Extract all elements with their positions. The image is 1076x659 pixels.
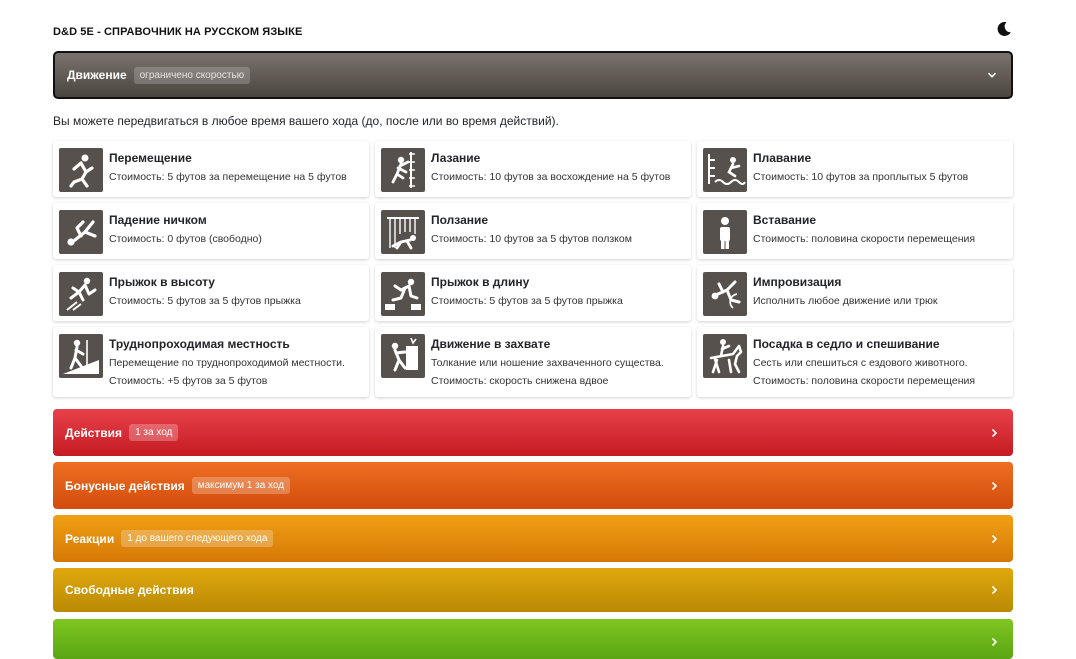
section-title: Свободные действия <box>65 583 194 597</box>
card-prone[interactable]: Падение ничком Стоимость: 0 футов (свобо… <box>53 203 369 259</box>
climbing-icon <box>381 148 425 192</box>
reactions-section-header[interactable]: Реакции 1 до вашего следующего хода <box>53 515 1013 562</box>
long-jump-icon <box>381 272 425 316</box>
high-jump-icon <box>59 272 103 316</box>
card-title: Перемещение <box>109 151 192 165</box>
card-cost: Стоимость: +5 футов за 5 футов <box>109 375 268 387</box>
card-description: Стоимость: 5 футов за перемещение на 5 ф… <box>109 171 347 183</box>
actions-section-header[interactable]: Действия 1 за ход <box>53 409 1013 456</box>
chevron-down-icon <box>987 72 997 78</box>
card-swim[interactable]: Плавание Стоимость: 10 футов за проплыты… <box>697 141 1013 197</box>
card-description: Сесть или спешиться с ездового животного… <box>753 357 968 369</box>
acrobatics-icon <box>703 272 747 316</box>
card-mount[interactable]: Посадка в седло и спешивание Сесть или с… <box>697 327 1013 397</box>
top-bar: D&D 5E - СПРАВОЧНИК НА РУССКОМ ЯЗЫКЕ <box>53 22 1013 38</box>
card-title: Плавание <box>753 151 812 165</box>
chevron-right-icon <box>991 481 998 490</box>
pushing-icon <box>381 334 425 378</box>
free-actions-section-header[interactable]: Свободные действия <box>53 568 1013 612</box>
card-crawl[interactable]: Ползание Стоимость: 10 футов за 5 футов … <box>375 203 691 259</box>
section-badge: ограничено скоростью <box>133 66 251 84</box>
section-badge: 1 до вашего следующего хода <box>121 530 274 547</box>
card-description: Стоимость: 10 футов за восхождение на 5 … <box>431 171 671 183</box>
hiker-terrain-icon <box>59 334 103 378</box>
card-difficult-terrain[interactable]: Труднопроходимая местность Перемещение п… <box>53 327 369 397</box>
card-title: Импровизация <box>753 275 842 289</box>
card-climb[interactable]: Лазание Стоимость: 10 футов за восхожден… <box>375 141 691 197</box>
card-description: Толкание или ношение захваченного сущест… <box>431 357 664 369</box>
card-description: Стоимость: 0 футов (свободно) <box>109 233 262 245</box>
next-section-header[interactable] <box>53 619 1013 659</box>
card-title: Вставание <box>753 213 817 227</box>
card-description: Стоимость: 5 футов за 5 футов прыжка <box>109 295 301 307</box>
card-description: Стоимость: 10 футов за проплытых 5 футов <box>753 171 969 183</box>
movement-intro: Вы можете передвигаться в любое время ва… <box>53 114 559 128</box>
crawling-icon <box>381 210 425 254</box>
running-person-icon <box>59 148 103 192</box>
diving-icon <box>703 148 747 192</box>
card-high-jump[interactable]: Прыжок в высоту Стоимость: 5 футов за 5 … <box>53 265 369 321</box>
card-title: Посадка в седло и спешивание <box>753 337 940 351</box>
moon-icon[interactable] <box>995 20 1013 38</box>
section-title: Движение <box>67 68 127 82</box>
card-title: Падение ничком <box>109 213 207 227</box>
section-badge: максимум 1 за ход <box>191 477 291 494</box>
card-title: Прыжок в высоту <box>109 275 215 289</box>
card-improvise[interactable]: Импровизация Исполнить любое движение ил… <box>697 265 1013 321</box>
section-title: Реакции <box>65 531 115 546</box>
card-long-jump[interactable]: Прыжок в длину Стоимость: 5 футов за 5 ф… <box>375 265 691 321</box>
chevron-right-icon <box>991 428 998 437</box>
card-description: Стоимость: половина скорости перемещения <box>753 233 976 245</box>
card-description: Стоимость: 10 футов за 5 футов ползком <box>431 233 632 245</box>
chevron-right-icon <box>991 637 998 647</box>
card-stand[interactable]: Вставание Стоимость: половина скорости п… <box>697 203 1013 259</box>
standing-person-icon <box>703 210 747 254</box>
card-title: Лазание <box>431 151 481 165</box>
chevron-right-icon <box>991 534 998 543</box>
card-cost: Стоимость: половина скорости перемещения <box>753 375 976 387</box>
card-description: Перемещение по труднопроходимой местност… <box>109 357 345 369</box>
chevron-right-icon <box>991 585 998 595</box>
card-description: Исполнить любое движение или трюк <box>753 295 938 307</box>
section-badge: 1 за ход <box>129 424 179 441</box>
site-title[interactable]: D&D 5E - СПРАВОЧНИК НА РУССКОМ ЯЗЫКЕ <box>53 26 302 38</box>
card-title: Труднопроходимая местность <box>109 337 290 351</box>
horse-rider-icon <box>703 334 747 378</box>
movement-section-header[interactable]: Движение ограничено скоростью <box>53 51 1013 99</box>
card-description: Стоимость: 5 футов за 5 футов прыжка <box>431 295 623 307</box>
card-title: Ползание <box>431 213 489 227</box>
card-title: Прыжок в длину <box>431 275 530 289</box>
card-title: Движение в захвате <box>431 337 551 351</box>
section-title: Действия <box>65 425 123 440</box>
falling-person-icon <box>59 210 103 254</box>
card-cost: Стоимость: скорость снижена вдвое <box>431 375 609 387</box>
section-title: Бонусные действия <box>65 478 185 493</box>
bonus-actions-section-header[interactable]: Бонусные действия максимум 1 за ход <box>53 462 1013 509</box>
card-move[interactable]: Перемещение Стоимость: 5 футов за переме… <box>53 141 369 197</box>
card-grappled-movement[interactable]: Движение в захвате Толкание или ношение … <box>375 327 691 397</box>
